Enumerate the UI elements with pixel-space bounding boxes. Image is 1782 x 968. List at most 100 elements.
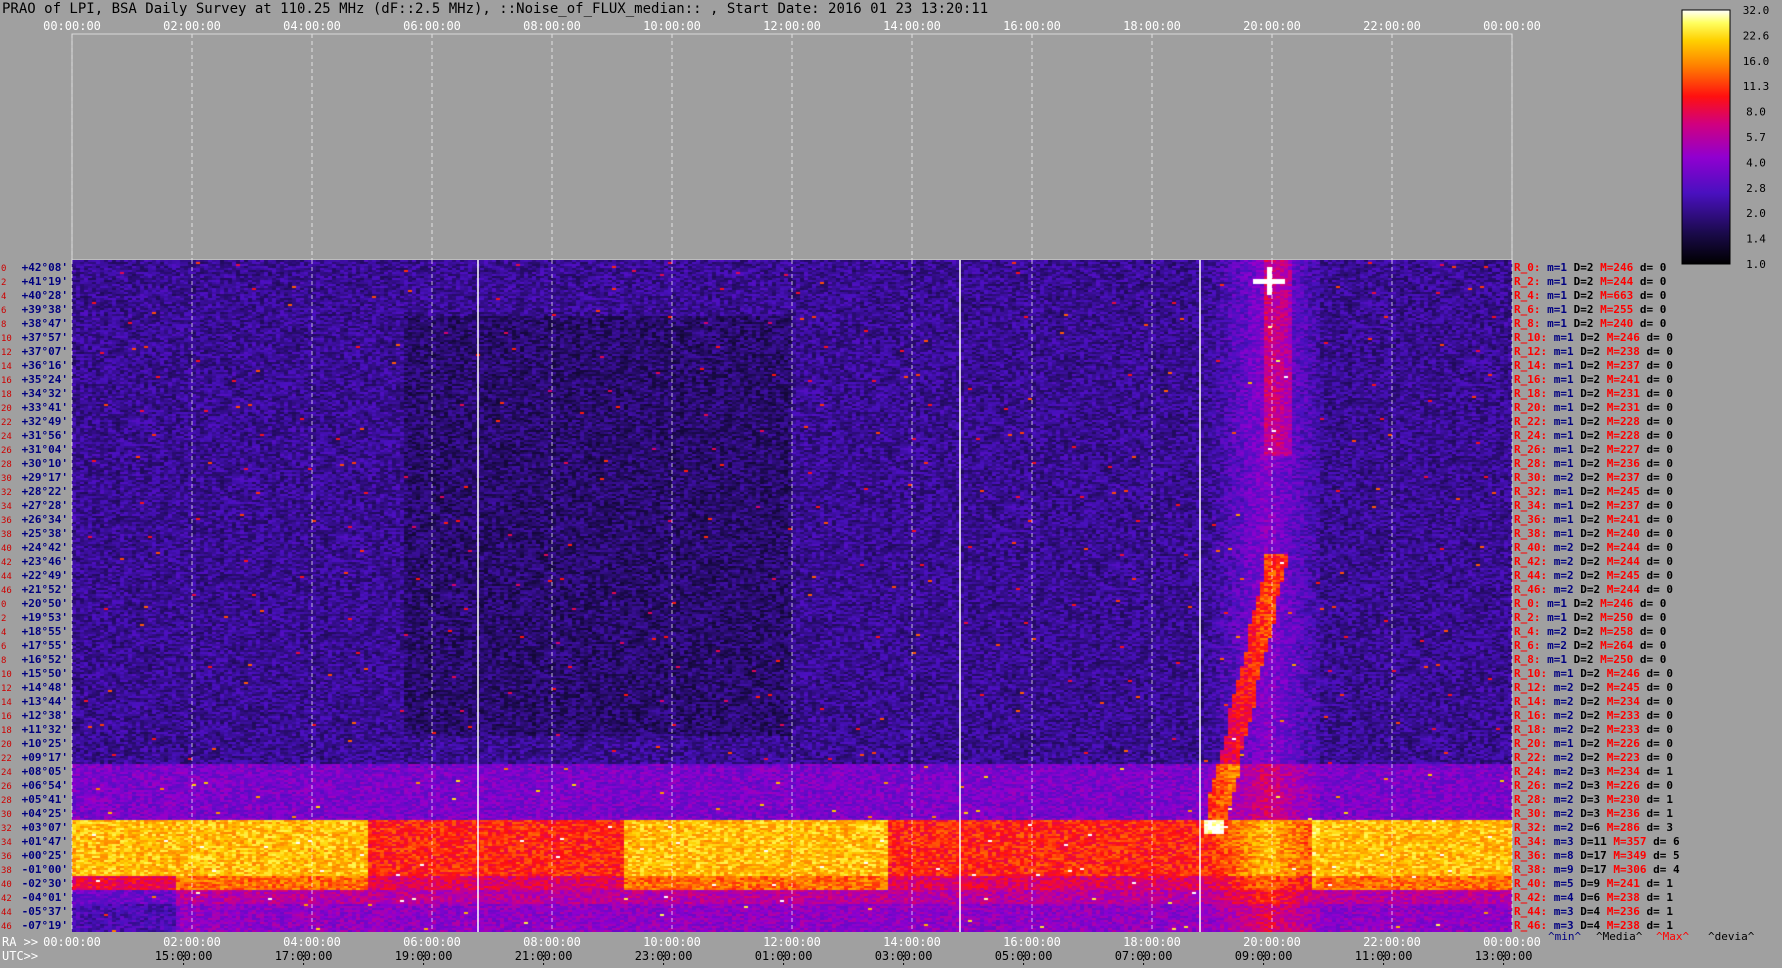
row-number: 2: [1, 278, 6, 288]
row-stat-part: M=240: [1607, 527, 1647, 540]
row-stat-part: M=245: [1607, 681, 1647, 694]
row-stat-part: d= 0: [1647, 373, 1674, 386]
utc-axis-prefix: UTC>>: [2, 949, 38, 963]
row-stat-part: m=2: [1554, 471, 1581, 484]
row-stat-part: m=1: [1554, 401, 1581, 414]
row-stat-part: D=4: [1580, 905, 1607, 918]
colorbar-tick-label: 32.0: [1743, 4, 1770, 17]
declination-label: +29°17': [22, 471, 68, 484]
row-stat: R_28: m=2 D=3 M=230 d= 1: [1514, 793, 1673, 806]
row-stat-part: R_26:: [1514, 443, 1554, 456]
row-stat: R_38: m=1 D=2 M=240 d= 0: [1514, 527, 1673, 540]
row-number: 32: [1, 824, 12, 834]
row-number: 4: [1, 628, 6, 638]
row-stat-part: R_4:: [1514, 289, 1547, 302]
row-stat-part: R_6:: [1514, 639, 1547, 652]
row-stat-part: d= 0: [1647, 429, 1674, 442]
declination-label: +28°22': [22, 485, 68, 498]
row-stat-part: D=2: [1580, 345, 1607, 358]
colorbar-tick-label: 5.7: [1746, 131, 1766, 144]
row-stat-part: D=2: [1580, 499, 1607, 512]
row-stat: R_8: m=1 D=2 M=240 d= 0: [1514, 317, 1666, 330]
row-stat: R_36: m=1 D=2 M=241 d= 0: [1514, 513, 1673, 526]
row-stat: R_2: m=1 D=2 M=244 d= 0: [1514, 275, 1666, 288]
colorbar-tick-label: 2.8: [1746, 182, 1766, 195]
top-tick-label: 20:00:00: [1243, 19, 1301, 33]
row-stat-part: d= 0: [1640, 289, 1667, 302]
legend-key: ^Media^: [1596, 930, 1643, 943]
row-stat-part: M=230: [1607, 793, 1647, 806]
row-stat-part: D=2: [1574, 303, 1601, 316]
row-stat-part: m=1: [1554, 443, 1581, 456]
row-stat: R_44: m=3 D=4 M=236 d= 1: [1514, 905, 1673, 918]
row-stat-part: m=1: [1554, 513, 1581, 526]
ra-tick-label: 10:00:00: [643, 935, 701, 949]
row-stat-part: M=228: [1607, 429, 1647, 442]
row-stat-part: R_28:: [1514, 457, 1554, 470]
row-stat-part: m=1: [1547, 303, 1574, 316]
row-stat-part: R_22:: [1514, 415, 1554, 428]
row-stat-part: m=1: [1554, 499, 1581, 512]
row-stat-part: M=240: [1600, 317, 1640, 330]
row-number: 18: [1, 726, 12, 736]
row-stat-part: D=3: [1580, 779, 1607, 792]
row-stat-part: M=236: [1607, 905, 1647, 918]
row-stat-part: R_40:: [1514, 541, 1554, 554]
row-number: 6: [1, 642, 6, 652]
ra-tick-label: 20:00:00: [1243, 935, 1301, 949]
declination-label: +40°28': [22, 289, 68, 302]
row-stat-part: D=2: [1580, 541, 1607, 554]
row-stat: R_0: m=1 D=2 M=246 d= 0: [1514, 597, 1666, 610]
declination-label: +32°49': [22, 415, 68, 428]
ra-tick-label: 06:00:00: [403, 935, 461, 949]
row-stat-part: M=238: [1607, 891, 1647, 904]
declination-label: +31°56': [22, 429, 68, 442]
row-stat-part: d= 0: [1647, 345, 1674, 358]
top-tick-label: 12:00:00: [763, 19, 821, 33]
row-stat-part: M=255: [1600, 303, 1640, 316]
row-stat: R_16: m=2 D=2 M=233 d= 0: [1514, 709, 1673, 722]
row-stat-part: M=238: [1607, 345, 1647, 358]
row-stat-part: D=2: [1580, 695, 1607, 708]
declination-label: +13°44': [22, 695, 68, 708]
row-stat-part: d= 0: [1640, 639, 1667, 652]
row-stat-part: M=663: [1600, 289, 1640, 302]
ra-axis-prefix: RA >>: [2, 935, 38, 949]
row-stat-part: m=1: [1554, 373, 1581, 386]
row-stat-part: d= 0: [1647, 527, 1674, 540]
row-stat-part: D=2: [1580, 681, 1607, 694]
row-stat-part: M=231: [1607, 401, 1647, 414]
row-stat-part: R_18:: [1514, 723, 1554, 736]
top-tick-label: 02:00:00: [163, 19, 221, 33]
row-stat-part: R_4:: [1514, 625, 1547, 638]
declination-label: +08°05': [22, 765, 68, 778]
row-number: 8: [1, 320, 6, 330]
row-stat-part: D=2: [1574, 317, 1601, 330]
row-stat-part: R_44:: [1514, 569, 1554, 582]
row-stat-part: R_20:: [1514, 401, 1554, 414]
ra-tick-label: 18:00:00: [1123, 935, 1181, 949]
row-stat-part: D=2: [1580, 751, 1607, 764]
row-stat-part: R_10:: [1514, 667, 1554, 680]
top-tick-label: 00:00:00: [1483, 19, 1541, 33]
row-stat-part: m=1: [1554, 485, 1581, 498]
row-number: 24: [1, 768, 12, 778]
declination-label: +35°24': [22, 373, 68, 386]
row-stat-part: R_8:: [1514, 317, 1547, 330]
row-stat: R_10: m=1 D=2 M=246 d= 0: [1514, 331, 1673, 344]
row-stat-part: m=1: [1554, 331, 1581, 344]
row-number: 18: [1, 390, 12, 400]
row-stat-part: d= 0: [1647, 331, 1674, 344]
row-stat: R_8: m=1 D=2 M=250 d= 0: [1514, 653, 1666, 666]
row-stat-part: R_32:: [1514, 485, 1554, 498]
ra-tick-label: 08:00:00: [523, 935, 581, 949]
row-stat-part: m=3: [1554, 835, 1581, 848]
row-stat-part: D=2: [1580, 569, 1607, 582]
row-number: 20: [1, 740, 12, 750]
survey-figure: PRAO of LPI, BSA Daily Survey at 110.25 …: [0, 0, 1782, 968]
row-number: 44: [1, 572, 12, 582]
declination-label: +31°04': [22, 443, 68, 456]
row-stat-part: D=2: [1580, 387, 1607, 400]
row-stat-part: m=2: [1554, 555, 1581, 568]
row-stat-part: D=2: [1580, 583, 1607, 596]
